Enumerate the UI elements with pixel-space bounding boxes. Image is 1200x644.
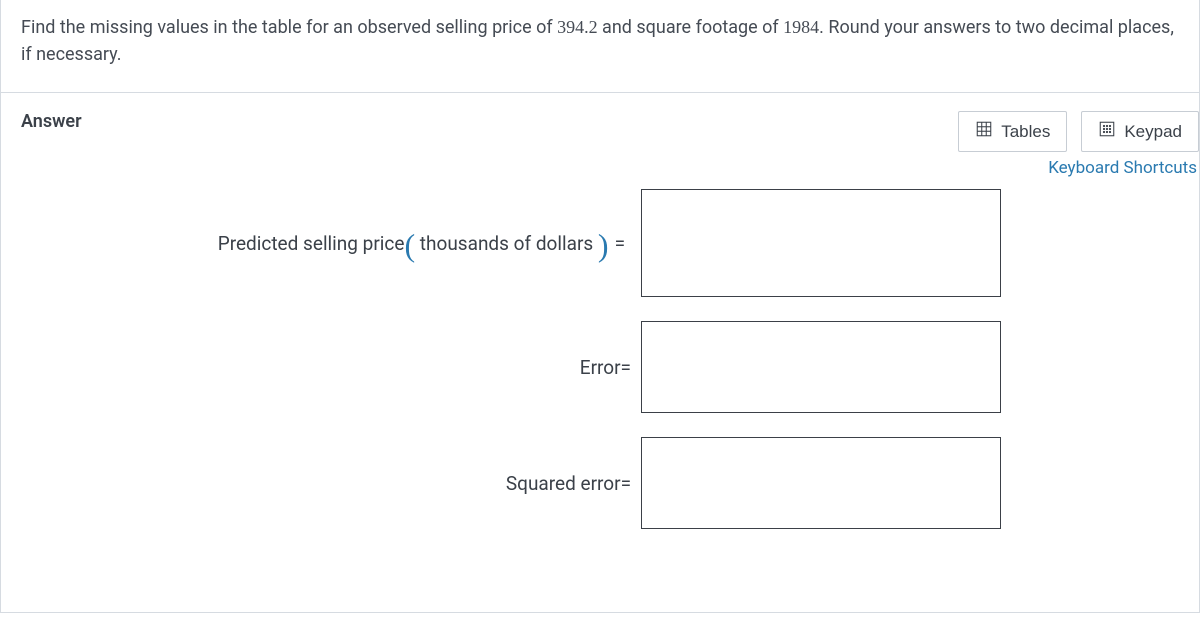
open-paren: (: [404, 227, 415, 263]
question-text-mid: and square footage of: [598, 17, 784, 38]
keypad-label: Keypad: [1124, 122, 1182, 142]
toolbar: Tables Keypad Keyboard Shortcuts: [958, 111, 1199, 178]
question-prompt: Find the missing values in the table for…: [0, 0, 1200, 93]
squared-error-label: Squared error=: [1, 472, 641, 495]
squared-error-row: Squared error=: [1, 437, 1199, 529]
squared-error-input[interactable]: [641, 437, 1001, 529]
error-input[interactable]: [641, 321, 1001, 413]
predicted-label-pre: Predicted selling price: [218, 232, 405, 255]
tables-button[interactable]: Tables: [958, 111, 1067, 152]
keypad-button[interactable]: Keypad: [1081, 111, 1199, 152]
answer-section: Answer Tables Keypad Keyboard Shortcuts: [0, 93, 1200, 613]
predicted-input[interactable]: [641, 189, 1001, 297]
answer-inputs: Predicted selling price( thousands of do…: [1, 189, 1199, 553]
error-row: Error=: [1, 321, 1199, 413]
question-text-prefix: Find the missing values in the table for…: [21, 17, 557, 38]
equals-sign: =: [609, 232, 631, 255]
tables-label: Tables: [1001, 122, 1050, 142]
keyboard-shortcuts-link[interactable]: Keyboard Shortcuts: [1048, 158, 1197, 178]
predicted-units: thousands of dollars: [415, 232, 598, 255]
error-label: Error=: [1, 356, 641, 379]
predicted-label: Predicted selling price( thousands of do…: [1, 232, 641, 255]
answer-heading: Answer: [21, 111, 82, 132]
predicted-row: Predicted selling price( thousands of do…: [1, 189, 1199, 297]
close-paren: ): [598, 227, 609, 263]
keypad-icon: [1098, 120, 1116, 143]
square-footage: 1984: [783, 17, 819, 37]
observed-price: 394.2: [557, 17, 598, 37]
tables-icon: [975, 120, 993, 143]
